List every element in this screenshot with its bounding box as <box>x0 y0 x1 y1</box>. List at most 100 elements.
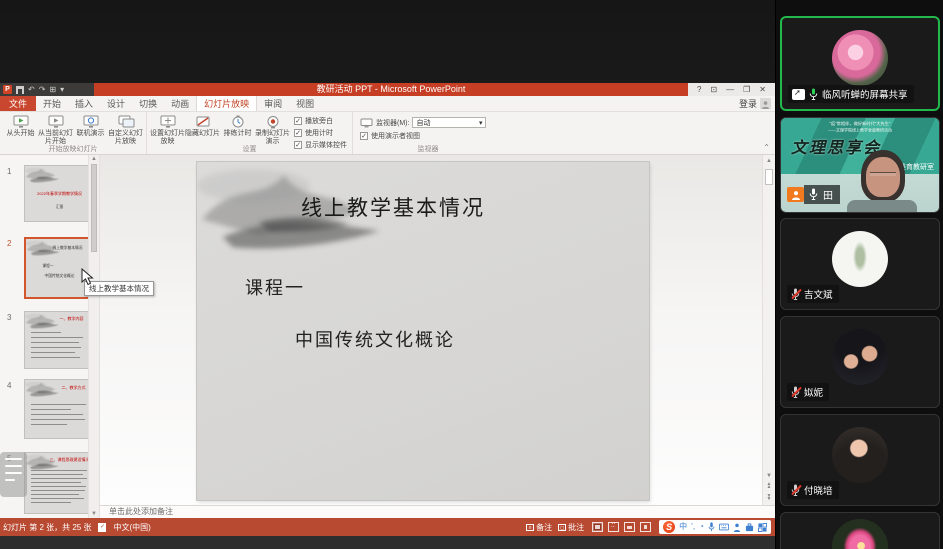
reading-view-button[interactable] <box>624 522 635 532</box>
checkbox-presenter-view[interactable]: ✓ 使用演示者视图 <box>360 131 486 141</box>
qat-customize-icon[interactable]: ▾ <box>60 85 64 94</box>
ime-mic-icon[interactable] <box>708 522 715 532</box>
screen-share-icon <box>792 89 805 100</box>
tab-design[interactable]: 设计 <box>100 96 132 111</box>
participant-tile[interactable]: 吉文斌 <box>780 218 940 310</box>
from-beginning-button[interactable]: 从头开始 <box>3 114 38 138</box>
meeting-participant-sidebar: 临风听蝉的屏幕共享 “疫”常相伴，做好新时代“大先生” ——文理学院线上教学季度… <box>775 0 943 549</box>
comments-icon: ◻ <box>558 524 566 531</box>
slideshow-view-button[interactable] <box>640 522 651 532</box>
current-slide[interactable]: 线上教学基本情况 课程一 中国传统文化概论 <box>197 162 649 500</box>
participant-tile[interactable] <box>780 512 940 549</box>
tab-review[interactable]: 审阅 <box>257 96 289 111</box>
save-icon[interactable] <box>16 86 24 94</box>
redo-icon[interactable]: ↷ <box>39 85 46 94</box>
sogou-logo-icon[interactable]: S <box>663 521 675 533</box>
checkbox-checked-icon: ✓ <box>294 129 302 137</box>
thumbnail-scrollbar[interactable]: ▲ ▼ <box>88 155 99 518</box>
floating-panel[interactable] <box>0 452 27 497</box>
checkbox-use-timings[interactable]: ✓ 使用计时 <box>294 128 347 138</box>
checkbox-checked-icon: ✓ <box>360 132 368 140</box>
rehearse-timings-button[interactable]: 排练计时 <box>220 114 255 138</box>
thumbnail-slide-1[interactable]: 2022年春季学期教学情况 汇报 <box>24 165 95 222</box>
ribbon-options-button[interactable]: ⊡ <box>710 83 717 96</box>
powerpoint-window: P ↶ ↷ ⊞ ▾ 教研活动 PPT - Microsoft PowerPoin… <box>0 83 775 536</box>
scroll-down-icon[interactable]: ▼ <box>91 510 97 518</box>
language-indicator[interactable]: 中文(中国) <box>113 522 150 533</box>
banner-slogan: “疫”常相伴，做好新时代“大先生” <box>793 121 927 127</box>
tab-file[interactable]: 文件 <box>0 96 36 111</box>
restore-button[interactable]: ❐ <box>743 83 750 96</box>
thumbnail-slide-3[interactable]: 一、教学内容 <box>24 311 95 369</box>
monitor-dropdown[interactable]: 自动 ▾ <box>412 117 486 128</box>
ime-skin-icon[interactable] <box>745 523 754 532</box>
scrollbar-thumb[interactable] <box>765 169 773 185</box>
tab-insert[interactable]: 插入 <box>68 96 100 111</box>
participant-label: 临风听蝉的屏幕共享 <box>788 85 914 103</box>
window-controls: ? ⊡ — ❐ ✕ <box>688 83 775 96</box>
tab-home[interactable]: 开始 <box>36 96 68 111</box>
start-slideshow-icon[interactable]: ⊞ <box>49 85 56 94</box>
ime-punctuation-icon[interactable]: ’, <box>691 522 695 532</box>
help-button[interactable]: ? <box>697 83 701 96</box>
scroll-down-icon[interactable]: ▼ <box>764 471 774 481</box>
spellcheck-icon[interactable]: ✓ <box>98 523 106 532</box>
slide-course-name[interactable]: 中国传统文化概论 <box>295 326 455 352</box>
slide-sorter-view-button[interactable] <box>608 522 619 532</box>
scroll-up-icon[interactable]: ▲ <box>764 156 774 166</box>
thumbnail-slide-4[interactable]: 二、教学方式 <box>24 379 95 439</box>
ime-toolbox-icon[interactable] <box>758 523 767 532</box>
scrollbar-thumb[interactable] <box>91 164 97 252</box>
from-current-slide-button[interactable]: 从当前幻灯片开始 <box>38 114 73 146</box>
screenshot-root: P ↶ ↷ ⊞ ▾ 教研活动 PPT - Microsoft PowerPoin… <box>0 0 943 549</box>
ime-mode-chinese[interactable]: 中 <box>679 522 687 532</box>
normal-view-button[interactable] <box>592 522 603 532</box>
close-button[interactable]: ✕ <box>759 83 766 96</box>
mic-on-icon <box>809 88 818 101</box>
participant-label: 田 <box>787 185 840 204</box>
ime-keyboard-icon[interactable] <box>719 523 729 531</box>
participant-tile-video[interactable]: “疫”常相伴，做好新时代“大先生” ——文理学院线上教学季度教研活动 文理思享会… <box>780 117 940 213</box>
ime-emoji-icon[interactable]: ◔ <box>699 522 704 532</box>
previous-slide-button[interactable]: ▲▲ <box>764 483 774 493</box>
record-slideshow-button[interactable]: 录制幻灯片演示 <box>255 114 290 146</box>
slide-title[interactable]: 线上教学基本情况 <box>197 192 589 222</box>
notes-pane[interactable]: 单击此处添加备注 <box>100 505 775 518</box>
notes-toggle-button[interactable]: ≡ 备注 <box>526 522 552 533</box>
slide-canvas[interactable]: 线上教学基本情况 课程一 中国传统文化概论 ▲ ▼ ▲▲ ▼▼ <box>100 155 775 505</box>
avatar <box>832 30 888 86</box>
participant-tile-sharer[interactable]: 临风听蝉的屏幕共享 <box>780 16 940 111</box>
comments-toggle-button[interactable]: ◻ 批注 <box>558 522 584 533</box>
tab-animations[interactable]: 动画 <box>164 96 196 111</box>
undo-icon[interactable]: ↶ <box>28 85 35 94</box>
mouse-cursor <box>81 268 95 286</box>
tab-slideshow[interactable]: 幻灯片放映 <box>196 96 257 111</box>
thumbnail-slide-5[interactable]: 三、课程思政建设情况 <box>24 452 95 514</box>
minimize-button[interactable]: — <box>726 83 734 96</box>
mic-muted-icon <box>791 386 800 399</box>
present-online-button[interactable]: 联机演示 <box>73 114 108 138</box>
ime-handwriting-icon[interactable] <box>733 523 741 532</box>
collapse-ribbon-icon[interactable]: ⌃ <box>763 143 770 152</box>
scroll-up-icon[interactable]: ▲ <box>91 155 97 163</box>
custom-slideshow-button[interactable]: 自定义幻灯片放映 <box>108 114 143 146</box>
hide-slide-button[interactable]: 隐藏幻灯片 <box>185 114 220 138</box>
participant-tile[interactable]: 姒妮 <box>780 316 940 408</box>
mic-muted-icon <box>791 484 800 497</box>
checkbox-checked-icon: ✓ <box>294 117 302 125</box>
account-avatar-icon <box>760 98 771 109</box>
setup-slideshow-button[interactable]: 设置幻灯片放映 <box>150 114 185 146</box>
canvas-scrollbar[interactable]: ▲ ▼ ▲▲ ▼▼ <box>762 155 775 505</box>
mic-muted-icon <box>791 288 800 301</box>
slide-course-label[interactable]: 课程一 <box>245 274 305 300</box>
tab-transitions[interactable]: 切换 <box>132 96 164 111</box>
tab-view[interactable]: 视图 <box>289 96 321 111</box>
powerpoint-logo-icon[interactable]: P <box>3 85 12 94</box>
shared-desktop: P ↶ ↷ ⊞ ▾ 教研活动 PPT - Microsoft PowerPoin… <box>0 0 775 549</box>
participant-tile[interactable]: 付晓培 <box>780 414 940 506</box>
sign-in[interactable]: 登录 <box>739 96 775 111</box>
quick-access-toolbar: P ↶ ↷ ⊞ ▾ <box>0 83 94 96</box>
ime-toolbar: S 中 ’, ◔ <box>659 520 771 534</box>
next-slide-button[interactable]: ▼▼ <box>764 495 774 505</box>
checkbox-play-narrations[interactable]: ✓ 播放旁白 <box>294 116 347 126</box>
